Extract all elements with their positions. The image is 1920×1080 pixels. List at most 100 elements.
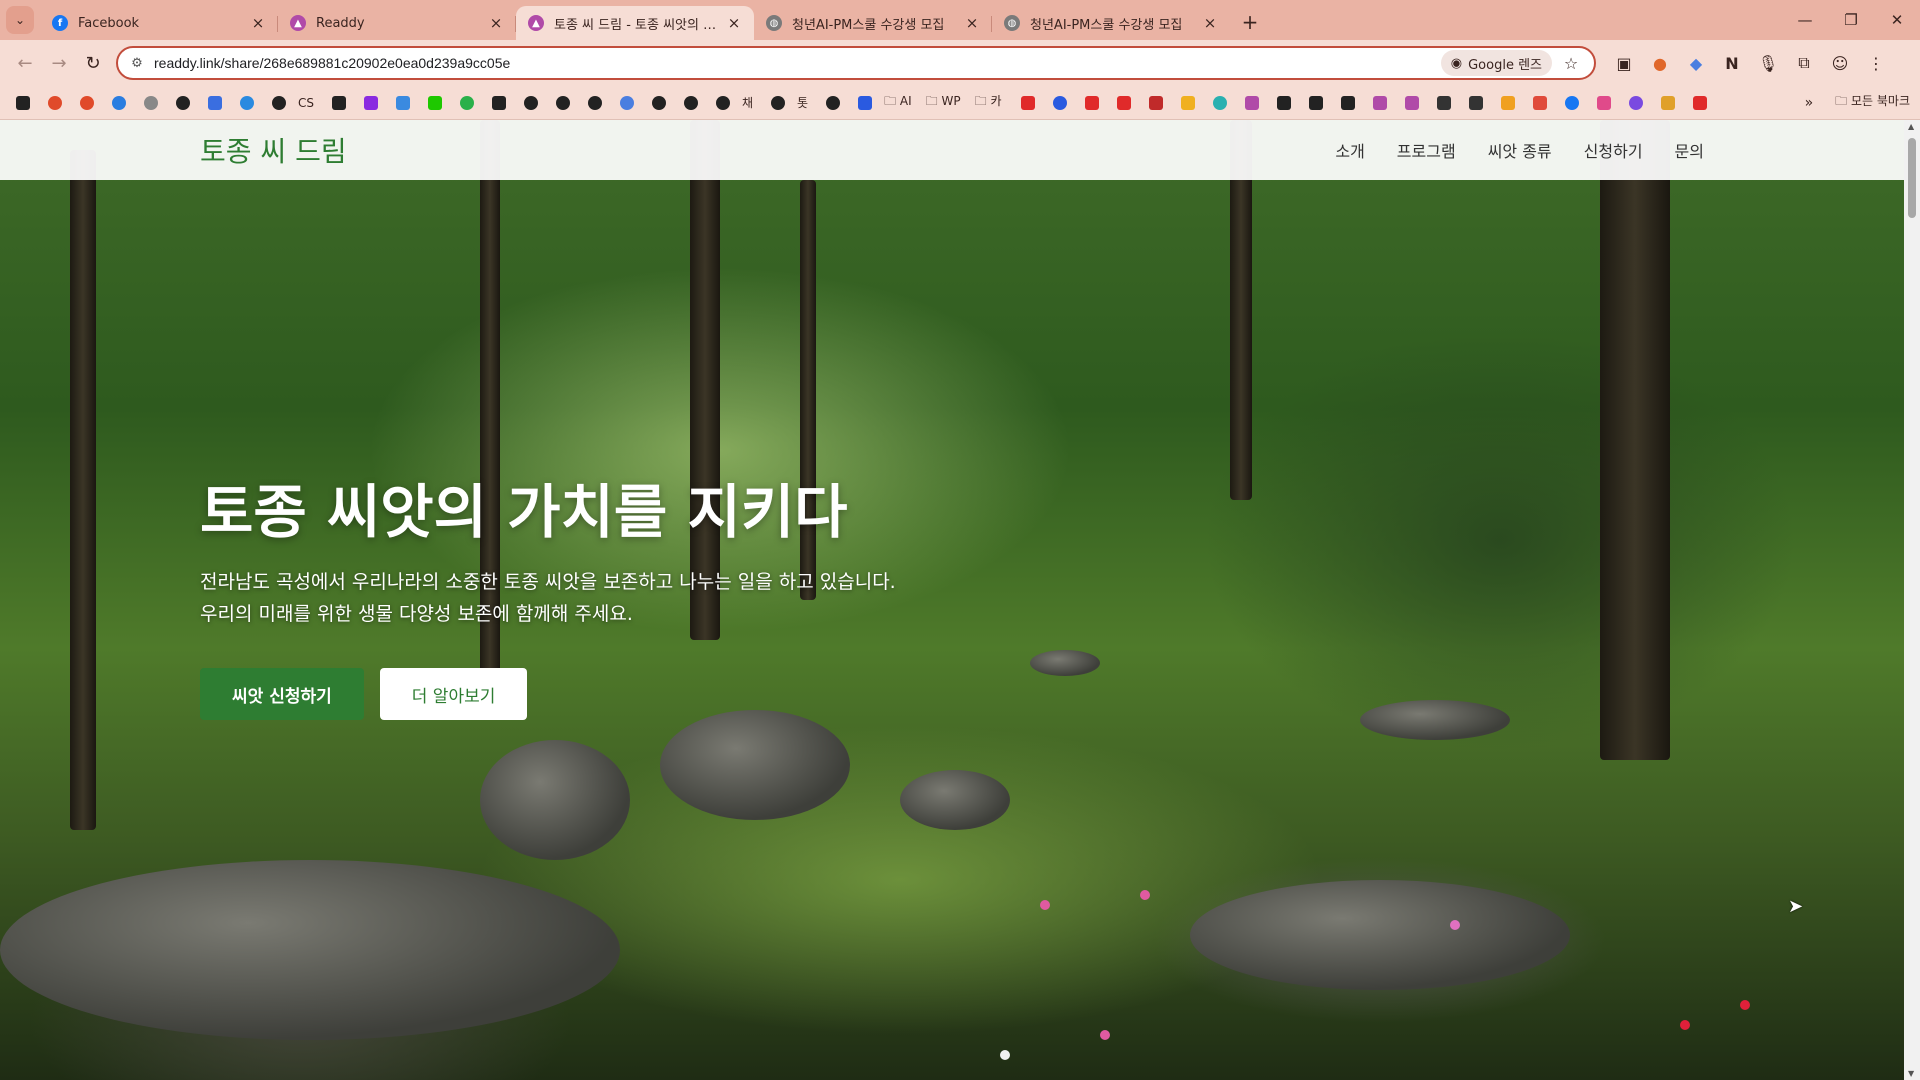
bookmark-gemini-icon[interactable] bbox=[614, 93, 640, 113]
learn-more-button[interactable]: 더 알아보기 bbox=[379, 668, 528, 721]
site-logo[interactable]: 토종 씨 드림 bbox=[200, 130, 347, 170]
bookmark-icon[interactable] bbox=[42, 93, 68, 113]
bookmark-icon[interactable] bbox=[454, 93, 480, 113]
nav-link-contact[interactable]: 문의 bbox=[1675, 138, 1704, 162]
back-icon[interactable]: ← bbox=[8, 46, 42, 80]
bookmark-icon[interactable] bbox=[390, 93, 416, 113]
scrollbar-thumb[interactable] bbox=[1908, 138, 1916, 218]
bookmark-folder-ka[interactable]: 🗀 카 bbox=[975, 92, 1002, 113]
bookmark-icon[interactable] bbox=[74, 93, 100, 113]
bookmark-chae[interactable]: 채 bbox=[742, 94, 753, 111]
bookmark-icon[interactable] bbox=[1591, 93, 1617, 113]
url-text[interactable]: readdy.link/share/268e689881c20902e0ea0d… bbox=[154, 55, 1441, 71]
bookmark-icon[interactable] bbox=[202, 93, 228, 113]
bookmark-youtube-icon[interactable] bbox=[1143, 93, 1169, 113]
nav-link-seed-types[interactable]: 씨앗 종류 bbox=[1488, 138, 1552, 162]
bookmark-icon[interactable] bbox=[1335, 93, 1361, 113]
close-icon[interactable]: × bbox=[250, 14, 266, 32]
notion-icon[interactable]: N bbox=[1714, 54, 1750, 73]
restore-icon[interactable]: ❐ bbox=[1828, 11, 1874, 29]
bookmark-gmail-icon[interactable] bbox=[1527, 93, 1553, 113]
close-icon[interactable]: × bbox=[1202, 14, 1218, 32]
minimize-icon[interactable]: — bbox=[1782, 11, 1828, 29]
bookmark-icon[interactable] bbox=[765, 93, 791, 113]
scroll-up-icon[interactable]: ▲ bbox=[1908, 122, 1914, 131]
close-window-icon[interactable]: ✕ bbox=[1874, 11, 1920, 29]
bookmark-globe-icon[interactable] bbox=[170, 93, 196, 113]
site-info-icon[interactable]: ⚙ bbox=[126, 56, 148, 71]
tab-title: 청년AI-PM스쿨 수강생 모집 bbox=[792, 17, 945, 33]
bookmark-netflix-icon[interactable] bbox=[1687, 93, 1713, 113]
bookmark-icon[interactable] bbox=[1303, 93, 1329, 113]
bookmark-cloud-icon[interactable] bbox=[106, 93, 132, 113]
bookmark-folder-wp[interactable]: 🗀 WP bbox=[926, 92, 961, 113]
tab-facebook[interactable]: f Facebook × bbox=[40, 6, 278, 40]
bookmark-icon[interactable] bbox=[358, 93, 384, 113]
bookmark-chart-icon[interactable] bbox=[1495, 93, 1521, 113]
bookmark-globe-icon[interactable] bbox=[820, 93, 846, 113]
new-tab-button[interactable]: + bbox=[1236, 8, 1264, 36]
bookmark-icon[interactable] bbox=[1399, 93, 1425, 113]
bookmark-icon[interactable] bbox=[1271, 93, 1297, 113]
bookmark-youtube-icon[interactable] bbox=[1079, 93, 1105, 113]
tab-ai-pm-school-2[interactable]: ◍ 청년AI-PM스쿨 수강생 모집 × bbox=[992, 6, 1230, 40]
bookmark-youtube-icon[interactable] bbox=[1111, 93, 1137, 113]
bookmark-icon[interactable] bbox=[1655, 93, 1681, 113]
scroll-down-icon[interactable]: ▼ bbox=[1908, 1069, 1914, 1078]
bookmark-tot[interactable]: 톳 bbox=[797, 94, 808, 111]
forward-icon[interactable]: → bbox=[42, 46, 76, 80]
image-extension-icon[interactable]: ▣ bbox=[1606, 54, 1642, 73]
bookmark-icon[interactable] bbox=[1367, 93, 1393, 113]
tab-search-button[interactable]: ⌄ bbox=[6, 6, 34, 34]
google-lens-button[interactable]: ◉ Google 렌즈 bbox=[1440, 50, 1552, 76]
bookmark-icon[interactable] bbox=[710, 93, 736, 113]
nav-link-apply[interactable]: 신청하기 bbox=[1584, 138, 1643, 162]
bookmark-cs[interactable]: CS bbox=[298, 96, 314, 110]
extension-orange-icon[interactable]: ● bbox=[1642, 54, 1678, 73]
close-icon[interactable]: × bbox=[488, 14, 504, 32]
bookmark-icon[interactable] bbox=[646, 93, 672, 113]
bookmark-icon[interactable] bbox=[852, 93, 878, 113]
bookmark-icon[interactable] bbox=[1207, 93, 1233, 113]
profile-avatar-icon[interactable]: ☺ bbox=[1822, 54, 1858, 73]
apply-seeds-button[interactable]: 씨앗 신청하기 bbox=[200, 668, 364, 721]
bookmark-icon[interactable] bbox=[1463, 93, 1489, 113]
bookmark-ks-icon[interactable] bbox=[10, 93, 36, 113]
bookmark-icon[interactable] bbox=[678, 93, 704, 113]
close-icon[interactable]: × bbox=[726, 14, 742, 32]
bookmark-icon[interactable] bbox=[1431, 93, 1457, 113]
bookmark-icon[interactable] bbox=[1623, 93, 1649, 113]
globe-icon: ◍ bbox=[1004, 15, 1020, 31]
bookmark-facebook-icon[interactable] bbox=[1559, 93, 1585, 113]
bookmark-openai-icon[interactable] bbox=[550, 93, 576, 113]
nav-link-about[interactable]: 소개 bbox=[1335, 138, 1364, 162]
tab-readdy[interactable]: ▲ Readdy × bbox=[278, 6, 516, 40]
bookmark-star-icon[interactable]: ☆ bbox=[1556, 54, 1586, 73]
bookmark-icon[interactable] bbox=[518, 93, 544, 113]
bookmark-icon[interactable] bbox=[1047, 93, 1073, 113]
bookmark-icon[interactable] bbox=[1239, 93, 1265, 113]
bookmark-gear-icon[interactable] bbox=[138, 93, 164, 113]
microphone-icon[interactable]: 🎙 bbox=[1750, 54, 1786, 73]
tab-ai-pm-school-1[interactable]: ◍ 청년AI-PM스쿨 수강생 모집 × bbox=[754, 6, 992, 40]
page-scrollbar[interactable]: ▲ ▼ bbox=[1904, 120, 1920, 1080]
bookmark-icon[interactable] bbox=[582, 93, 608, 113]
bookmark-icon[interactable] bbox=[486, 93, 512, 113]
address-bar[interactable]: ⚙ readdy.link/share/268e689881c20902e0ea… bbox=[116, 46, 1596, 80]
tab-tojong-ssi-dream[interactable]: ▲ 토종 씨 드림 - 토종 씨앗의 가치 × bbox=[516, 6, 754, 40]
bookmark-icon[interactable] bbox=[234, 93, 260, 113]
bookmark-naver-icon[interactable] bbox=[422, 93, 448, 113]
chevron-double-right-icon[interactable]: » bbox=[1805, 95, 1814, 111]
menu-kebab-icon[interactable]: ⋮ bbox=[1858, 54, 1894, 73]
bookmark-youtube-icon[interactable] bbox=[1015, 93, 1041, 113]
bookmark-folder-ai[interactable]: 🗀 AI bbox=[884, 92, 912, 113]
bookmark-drive-icon[interactable] bbox=[1175, 93, 1201, 113]
nav-link-programs[interactable]: 프로그램 bbox=[1397, 138, 1456, 162]
bookmark-icon[interactable] bbox=[326, 93, 352, 113]
reload-icon[interactable]: ↻ bbox=[76, 46, 110, 80]
close-icon[interactable]: × bbox=[964, 14, 980, 32]
translate-extension-icon[interactable]: ◆ bbox=[1678, 54, 1714, 73]
extensions-puzzle-icon[interactable]: ⧉ bbox=[1786, 53, 1822, 73]
bookmark-globe-icon[interactable] bbox=[266, 93, 292, 113]
all-bookmarks-folder[interactable]: 🗀 모든 북마크 bbox=[1835, 92, 1910, 113]
